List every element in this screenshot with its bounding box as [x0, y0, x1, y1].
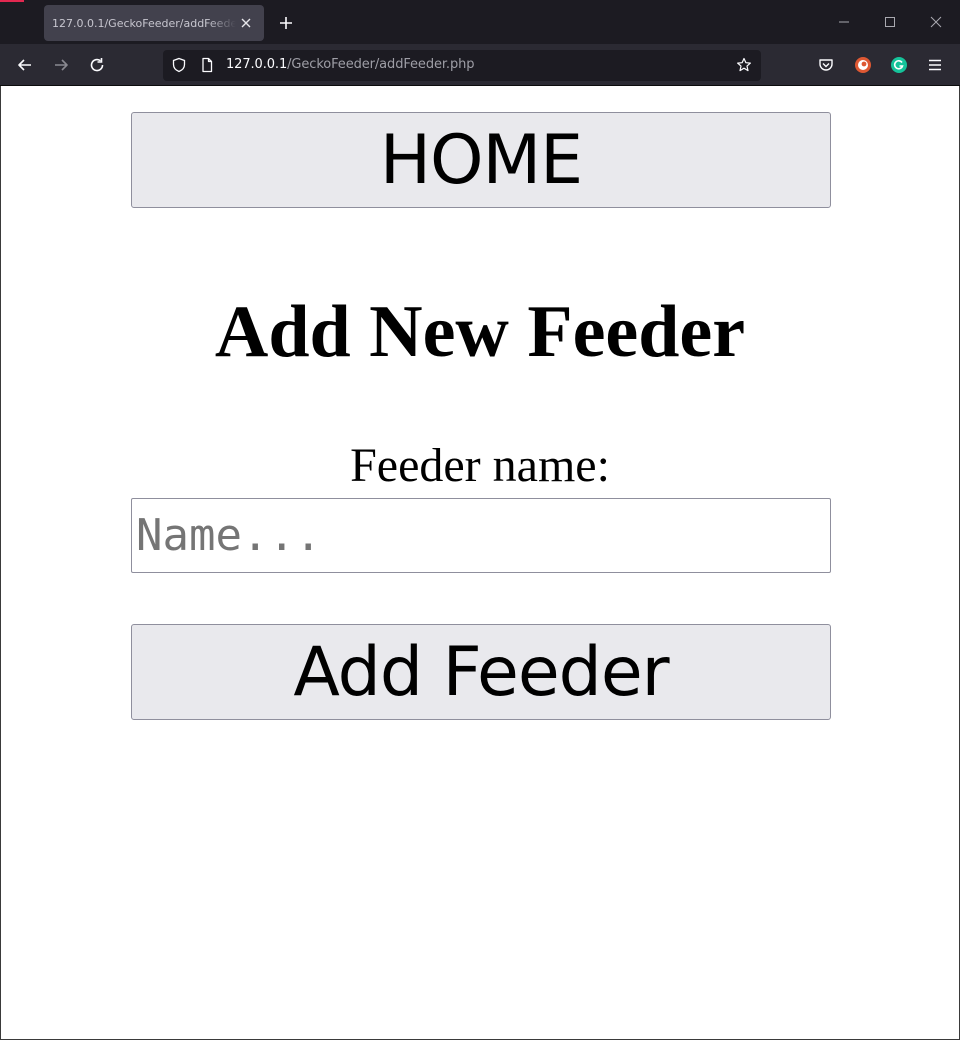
page-viewport: HOME Add New Feeder Feeder name: Add Fee… — [0, 86, 960, 1040]
add-feeder-button[interactable]: Add Feeder — [131, 624, 831, 720]
pocket-icon[interactable] — [817, 56, 835, 74]
bookmark-star-icon[interactable] — [736, 57, 752, 73]
feeder-name-label: Feeder name: — [350, 439, 610, 492]
url-host: 127.0.0.1 — [226, 57, 288, 72]
grammarly-icon[interactable] — [890, 56, 908, 74]
page-title: Add New Feeder — [214, 291, 746, 373]
maximize-icon[interactable] — [882, 14, 898, 30]
close-tab-icon[interactable] — [238, 15, 254, 31]
forward-icon[interactable] — [52, 56, 70, 74]
menu-icon[interactable] — [926, 56, 944, 74]
reload-icon[interactable] — [88, 56, 106, 74]
url-bar[interactable]: 127.0.0.1/GeckoFeeder/addFeeder.php — [163, 50, 761, 81]
shield-icon[interactable] — [171, 57, 187, 73]
duckduckgo-icon[interactable] — [854, 56, 872, 74]
page-icon[interactable] — [199, 57, 215, 73]
home-button[interactable]: HOME — [131, 112, 831, 208]
titlebar-accent — [0, 0, 24, 2]
feeder-name-input[interactable] — [131, 498, 831, 573]
url-path: /GeckoFeeder/addFeeder.php — [287, 57, 475, 72]
new-tab-icon[interactable] — [277, 14, 295, 32]
browser-titlebar: 127.0.0.1/GeckoFeeder/addFeeder.php — [0, 0, 960, 44]
browser-tab-active[interactable]: 127.0.0.1/GeckoFeeder/addFeeder.php — [44, 5, 264, 41]
tab-title: 127.0.0.1/GeckoFeeder/addFeeder.php — [52, 16, 236, 30]
browser-toolbar: 127.0.0.1/GeckoFeeder/addFeeder.php — [0, 44, 960, 86]
back-icon[interactable] — [16, 56, 34, 74]
minimize-icon[interactable] — [836, 14, 852, 30]
url-text[interactable]: 127.0.0.1/GeckoFeeder/addFeeder.php — [226, 57, 474, 72]
close-window-icon[interactable] — [928, 14, 944, 30]
